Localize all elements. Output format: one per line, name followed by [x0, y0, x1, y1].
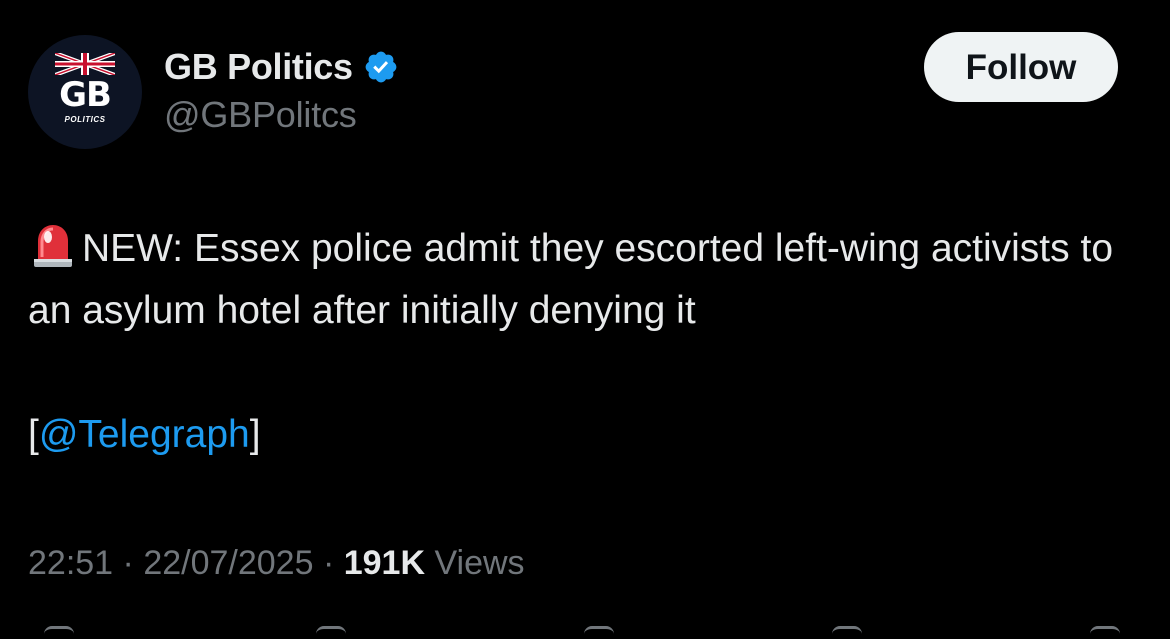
tweet-time[interactable]: 22:51 [28, 544, 113, 582]
mention-link[interactable]: @Telegraph [39, 413, 250, 456]
tweet-mention-line: [@Telegraph] [28, 404, 261, 466]
meta-separator: · [322, 544, 335, 582]
tweet-text: NEW: Essex police admit they escorted le… [28, 218, 1138, 342]
tweet: GB POLITICS GB Politics @GBPolitcs Follo… [0, 0, 1170, 633]
union-flag-icon [55, 53, 115, 75]
follow-button[interactable]: Follow [924, 32, 1118, 102]
views-label: Views [434, 544, 525, 582]
tweet-meta: 22:51 · 22/07/2025 · 191K Views [28, 540, 525, 586]
bracket-close: ] [249, 413, 261, 456]
tweet-date[interactable]: 22/07/2025 [143, 544, 313, 582]
author-name-row: GB Politics [164, 44, 399, 90]
meta-separator: · [122, 544, 134, 582]
avatar[interactable]: GB POLITICS [28, 35, 142, 149]
avatar-logo-text: GB [59, 75, 112, 115]
action-bar [0, 626, 1170, 636]
author-display-name[interactable]: GB Politics [164, 46, 353, 88]
siren-icon [34, 225, 72, 267]
author-handle[interactable]: @GBPolitcs [164, 94, 357, 136]
views-count: 191K [343, 544, 426, 582]
avatar-logo-subtext: POLITICS [64, 115, 106, 124]
bracket-open: [ [28, 413, 39, 456]
tweet-body-text: NEW: Essex police admit they escorted le… [28, 227, 1114, 332]
verified-badge-icon [365, 51, 397, 83]
